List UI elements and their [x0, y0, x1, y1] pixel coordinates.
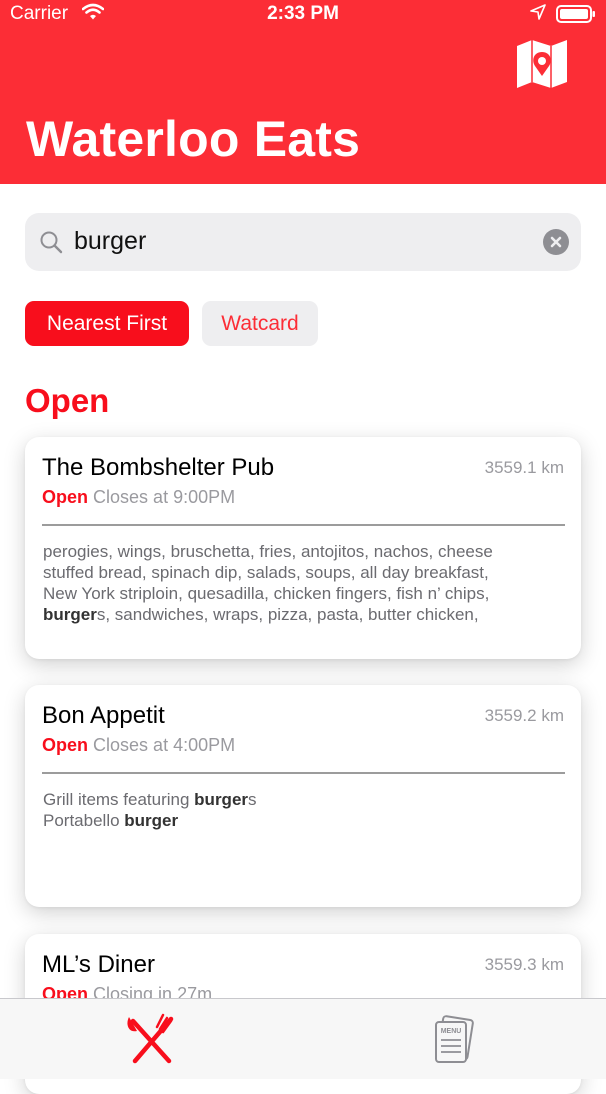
status-time: 2:33 PM: [267, 3, 339, 24]
hours-label: Closes at 4:00PM: [93, 735, 236, 755]
location-arrow-icon: [530, 4, 546, 20]
hours-label: Closes at 9:00PM: [93, 487, 236, 507]
clear-icon: [550, 236, 562, 248]
search-highlight: burger: [124, 811, 179, 830]
filter-watcard[interactable]: Watcard: [202, 301, 318, 346]
menu-line: perogies, wings, bruschetta, fries, anto…: [43, 542, 493, 561]
menu-line: Portabello burger: [43, 811, 179, 830]
menu-line: stuffed bread, spinach dip, salads, soup…: [43, 563, 489, 582]
open-label: Open: [42, 735, 89, 755]
menu-icon: MENU: [435, 1015, 474, 1063]
fork-knife-icon: [127, 1013, 174, 1064]
status-bar: Carrier 2:33 PM: [0, 0, 606, 28]
restaurant-distance: 3559.1 km: [484, 458, 564, 477]
search-icon: [40, 231, 63, 254]
restaurant-name: Bon Appetit: [42, 702, 165, 729]
tab-menu[interactable]: MENU: [303, 999, 606, 1079]
menu-line: burgers, sandwiches, wraps, pizza, pasta…: [43, 605, 479, 624]
menu-line: Grill items featuring burgers: [43, 790, 257, 809]
menu-items: Grill items featuring burgers Portabello…: [43, 789, 565, 831]
restaurant-card[interactable]: The Bombshelter Pub 3559.1 km Open Close…: [25, 437, 581, 659]
tab-bar: MENU: [0, 998, 606, 1079]
search-highlight: burger: [43, 605, 97, 624]
battery-icon: [556, 5, 595, 23]
restaurant-card[interactable]: Bon Appetit 3559.2 km Open Closes at 4:0…: [25, 685, 581, 907]
restaurant-name: ML’s Diner: [42, 951, 155, 978]
search-input[interactable]: burger: [74, 227, 146, 256]
restaurant-name: The Bombshelter Pub: [42, 454, 275, 481]
restaurant-status: Open Closes at 4:00PM: [42, 735, 235, 756]
filter-nearest-first[interactable]: Nearest First: [25, 301, 189, 346]
section-title-open: Open: [25, 382, 110, 419]
app-header: Carrier 2:33 PM Waterloo Eats: [0, 0, 606, 184]
divider: [42, 524, 565, 526]
map-location-icon[interactable]: [515, 38, 569, 90]
restaurant-status: Open Closes at 9:00PM: [42, 487, 235, 508]
menu-items: perogies, wings, bruschetta, fries, anto…: [43, 541, 565, 625]
restaurant-distance: 3559.3 km: [484, 955, 564, 974]
tab-restaurants[interactable]: [0, 999, 303, 1079]
page-title: Waterloo Eats: [26, 111, 361, 167]
clear-search-button[interactable]: [543, 229, 569, 255]
divider: [42, 772, 565, 774]
svg-text:MENU: MENU: [441, 1028, 462, 1035]
restaurant-distance: 3559.2 km: [484, 706, 564, 725]
menu-line: New York striploin, quesadilla, chicken …: [43, 584, 490, 603]
search-highlight: burger: [194, 790, 249, 809]
open-label: Open: [42, 487, 89, 507]
search-bar[interactable]: burger: [25, 213, 581, 271]
